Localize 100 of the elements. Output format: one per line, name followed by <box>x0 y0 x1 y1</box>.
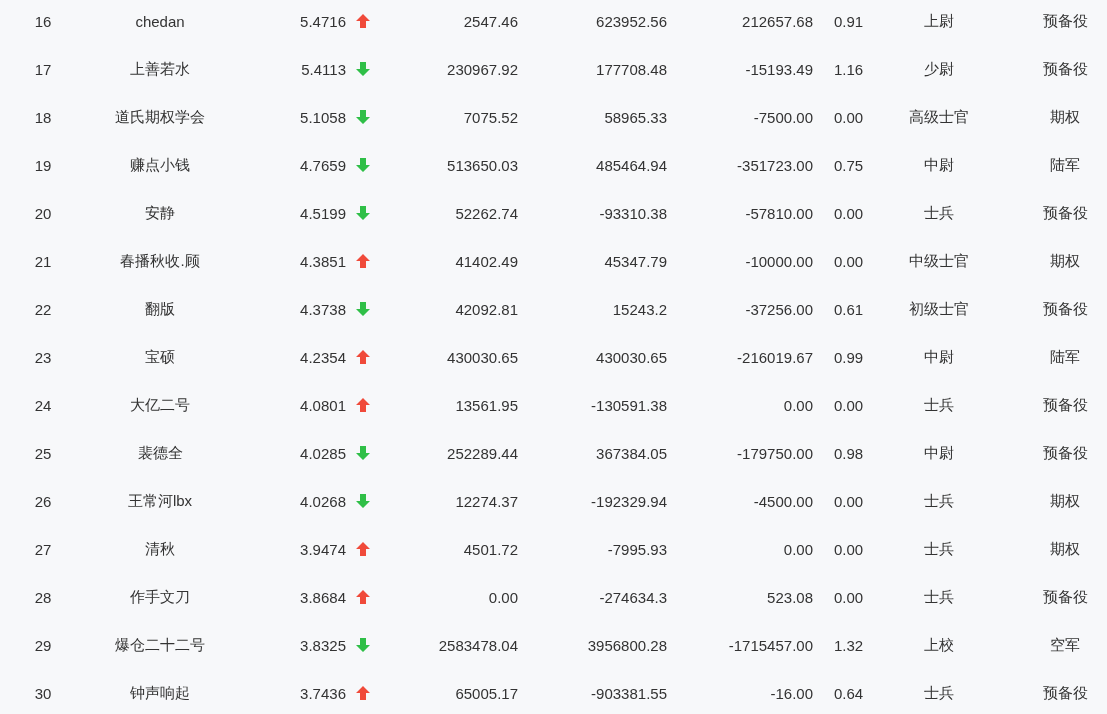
rank-number: 20 <box>33 204 53 222</box>
table-cell-text: -351723.00 <box>736 156 814 174</box>
table-cell-text: 430030.65 <box>595 348 668 366</box>
rank-number: 21 <box>33 252 53 270</box>
rank-number: 17 <box>33 60 53 78</box>
table-cell-text: 15243.2 <box>611 300 668 318</box>
table-cell-text: 12274.37 <box>454 492 519 510</box>
table-cell-text: 13561.95 <box>454 396 519 414</box>
table-cell-text: 230967.92 <box>446 60 519 78</box>
table-cell-text: 45347.79 <box>603 252 668 270</box>
table-cell-text: 0.00 <box>833 492 865 510</box>
table-cell-text: 期权 <box>1049 539 1081 559</box>
table-cell-text: 513650.03 <box>446 156 519 174</box>
table-cell-text: 0.00 <box>833 204 865 222</box>
rank-number: 19 <box>33 156 53 174</box>
score-value: 4.3851 <box>299 252 347 270</box>
score-value: 5.4113 <box>300 60 347 78</box>
table-cell-text: 0.00 <box>833 108 865 126</box>
table-cell-text: -7995.93 <box>606 540 668 558</box>
table-cell-text: 4501.72 <box>462 540 519 558</box>
table-cell-text: 0.91 <box>833 12 865 30</box>
user-name: 钟声响起 <box>129 683 191 703</box>
user-name: 赚点小钱 <box>129 155 191 175</box>
user-name: 春播秋收.顾 <box>119 251 201 271</box>
table-cell-text: 623952.56 <box>595 12 668 30</box>
table-cell-text: 0.00 <box>782 396 814 414</box>
score-value: 4.0801 <box>299 396 347 414</box>
table-cell-text: 0.00 <box>833 252 865 270</box>
user-name: 道氏期权学会 <box>114 107 206 127</box>
rank-number: 29 <box>33 636 53 654</box>
table-cell-text: 0.00 <box>833 396 865 414</box>
table-cell-text: 0.75 <box>833 156 865 174</box>
table-cell-text: 52262.74 <box>454 204 519 222</box>
rank-title: 上校 <box>922 635 955 655</box>
table-cell-text: -4500.00 <box>752 492 814 510</box>
table-cell-text: 预备役 <box>1041 203 1089 223</box>
rank-title: 士兵 <box>922 587 955 607</box>
table-cell-text: -192329.94 <box>590 492 668 510</box>
table-cell-text: 7075.52 <box>462 108 519 126</box>
table-cell-text: 预备役 <box>1041 587 1089 607</box>
table-cell-text: 0.00 <box>833 540 865 558</box>
score-value: 3.9474 <box>299 540 347 558</box>
score-value: 4.0285 <box>299 444 347 462</box>
table-cell-text: 1.32 <box>833 636 865 654</box>
user-name: 安静 <box>144 203 176 223</box>
table-cell-text: -903381.55 <box>590 684 668 702</box>
table-cell-text: -274634.3 <box>598 588 668 606</box>
table-cell-text: 58965.33 <box>603 108 668 126</box>
rank-title: 士兵 <box>922 539 955 559</box>
score-value: 4.5199 <box>299 204 347 222</box>
table-cell-text: 0.61 <box>833 300 865 318</box>
score-value: 5.4716 <box>299 12 347 30</box>
user-name: 宝硕 <box>144 347 176 367</box>
rank-number: 18 <box>33 108 53 126</box>
rank-number: 27 <box>33 540 53 558</box>
rank-number: 25 <box>33 444 53 462</box>
table-cell-text: 367384.05 <box>595 444 668 462</box>
table-cell-text: -15193.49 <box>744 60 814 78</box>
table-cell-text: 523.08 <box>766 588 814 606</box>
table-cell-text: 41402.49 <box>454 252 519 270</box>
table-cell-text: 0.00 <box>833 588 865 606</box>
table-cell-text: 预备役 <box>1041 299 1089 319</box>
user-name: 大亿二号 <box>129 395 191 415</box>
table-cell-text: 430030.65 <box>446 348 519 366</box>
rank-title: 高级士官 <box>907 107 970 127</box>
rank-number: 23 <box>33 348 53 366</box>
rank-title: 士兵 <box>922 683 955 703</box>
table-cell-text: 预备役 <box>1041 59 1089 79</box>
user-name: 作手文刀 <box>129 587 191 607</box>
score-value: 4.7659 <box>299 156 347 174</box>
table-cell-text: 1.16 <box>833 60 865 78</box>
rank-title: 初级士官 <box>907 299 970 319</box>
user-name: 上善若水 <box>129 59 191 79</box>
table-cell-text: -57810.00 <box>744 204 814 222</box>
table-cell-text: 0.00 <box>782 540 814 558</box>
user-name: 裴德全 <box>136 443 184 463</box>
score-value: 4.3738 <box>299 300 347 318</box>
score-value: 4.2354 <box>299 348 347 366</box>
rank-title: 少尉 <box>922 59 955 79</box>
rank-number: 16 <box>33 12 53 30</box>
table-cell-text: -216019.67 <box>736 348 814 366</box>
user-name: 王常河lbx <box>126 491 194 511</box>
rank-title: 士兵 <box>922 203 955 223</box>
score-value: 3.8684 <box>299 588 347 606</box>
rank-title: 士兵 <box>922 491 955 511</box>
table-cell-text: 陆军 <box>1049 347 1081 367</box>
table-cell-text: 期权 <box>1049 251 1081 271</box>
table-cell-text: 预备役 <box>1041 683 1089 703</box>
table-cell-text: 预备役 <box>1041 395 1089 415</box>
rank-title: 中尉 <box>922 155 955 175</box>
table-cell-text: 485464.94 <box>595 156 668 174</box>
table-cell-text: 预备役 <box>1041 443 1089 463</box>
table-cell-text: 陆军 <box>1049 155 1081 175</box>
table-cell-text: -93310.38 <box>598 204 668 222</box>
table-cell-text: 212657.68 <box>741 12 814 30</box>
user-name: 翻版 <box>144 299 176 319</box>
table-cell-text: 期权 <box>1049 107 1081 127</box>
score-value: 3.8325 <box>299 636 347 654</box>
rank-title: 士兵 <box>922 395 955 415</box>
score-value: 4.0268 <box>299 492 347 510</box>
